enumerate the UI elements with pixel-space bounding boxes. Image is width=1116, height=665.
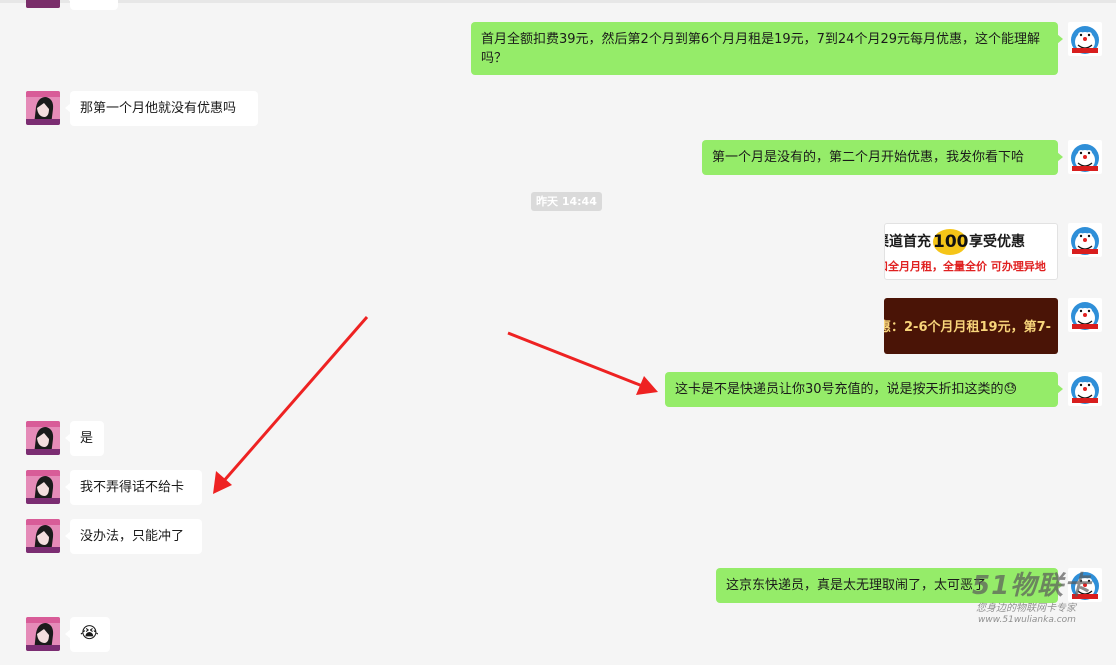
promo-headline: 渠道首充100享受优惠 <box>885 229 1057 255</box>
promo-subline: 扣全月月租，全量全价 可办理异地 <box>884 260 1046 273</box>
avatar-other[interactable] <box>26 470 60 504</box>
message-bubble[interactable]: 那第一个月他就没有优惠吗 <box>65 91 258 126</box>
message-bubble[interactable]: 没办法，只能冲了 <box>65 519 202 554</box>
avatar-other[interactable] <box>26 421 60 455</box>
top-divider <box>0 0 1116 3</box>
avatar-self[interactable] <box>1068 140 1102 174</box>
message-bubble[interactable]: 首月全额扣费39元，然后第2个月到第6个月月租是19元，7到24个月29元每月优… <box>471 22 1063 75</box>
message-bubble[interactable]: 我不弄得话不给卡 <box>65 470 202 505</box>
image-message-promo[interactable]: 渠道首充100享受优惠 扣全月月租，全量全价 可办理异地 <box>884 223 1058 280</box>
arrow-annotation <box>213 316 369 494</box>
message-bubble[interactable]: 😭 <box>65 617 110 652</box>
message-bubble[interactable]: 第一个月是没有的，第二个月开始优惠，我发你看下哈 <box>702 140 1063 175</box>
chat-area: 首月全额扣费39元，然后第2个月到第6个月月租是19元，7到24个月29元每月优… <box>0 0 1116 665</box>
watermark-url: www.51wulianka.com <box>978 615 1076 625</box>
avatar-self[interactable] <box>1068 372 1102 406</box>
message-bubble[interactable]: 这卡是不是快递员让你30号充值的，说是按天折扣这类的😓 <box>665 372 1063 407</box>
avatar-self[interactable] <box>1068 22 1102 56</box>
avatar-self[interactable] <box>1068 298 1102 332</box>
avatar-other[interactable] <box>26 91 60 125</box>
avatar-other[interactable] <box>26 617 60 651</box>
message-bubble-partial[interactable] <box>65 0 118 10</box>
avatar-self[interactable] <box>1068 223 1102 257</box>
pricing-text: 惠：2-6个月月租19元，第7- <box>884 320 1052 335</box>
message-bubble[interactable]: 是 <box>65 421 104 456</box>
avatar-self[interactable] <box>1068 568 1102 602</box>
image-message-pricing[interactable]: 惠：2-6个月月租19元，第7- <box>884 298 1058 354</box>
message-bubble[interactable]: 这京东快递员，真是太无理取闹了，太可恶了 <box>716 568 1063 603</box>
avatar-other[interactable] <box>26 0 60 8</box>
chat-timestamp: 昨天 14:44 <box>531 192 602 211</box>
promo-badge: 100 <box>933 229 969 255</box>
avatar-other[interactable] <box>26 519 60 553</box>
arrow-annotation <box>507 331 658 395</box>
